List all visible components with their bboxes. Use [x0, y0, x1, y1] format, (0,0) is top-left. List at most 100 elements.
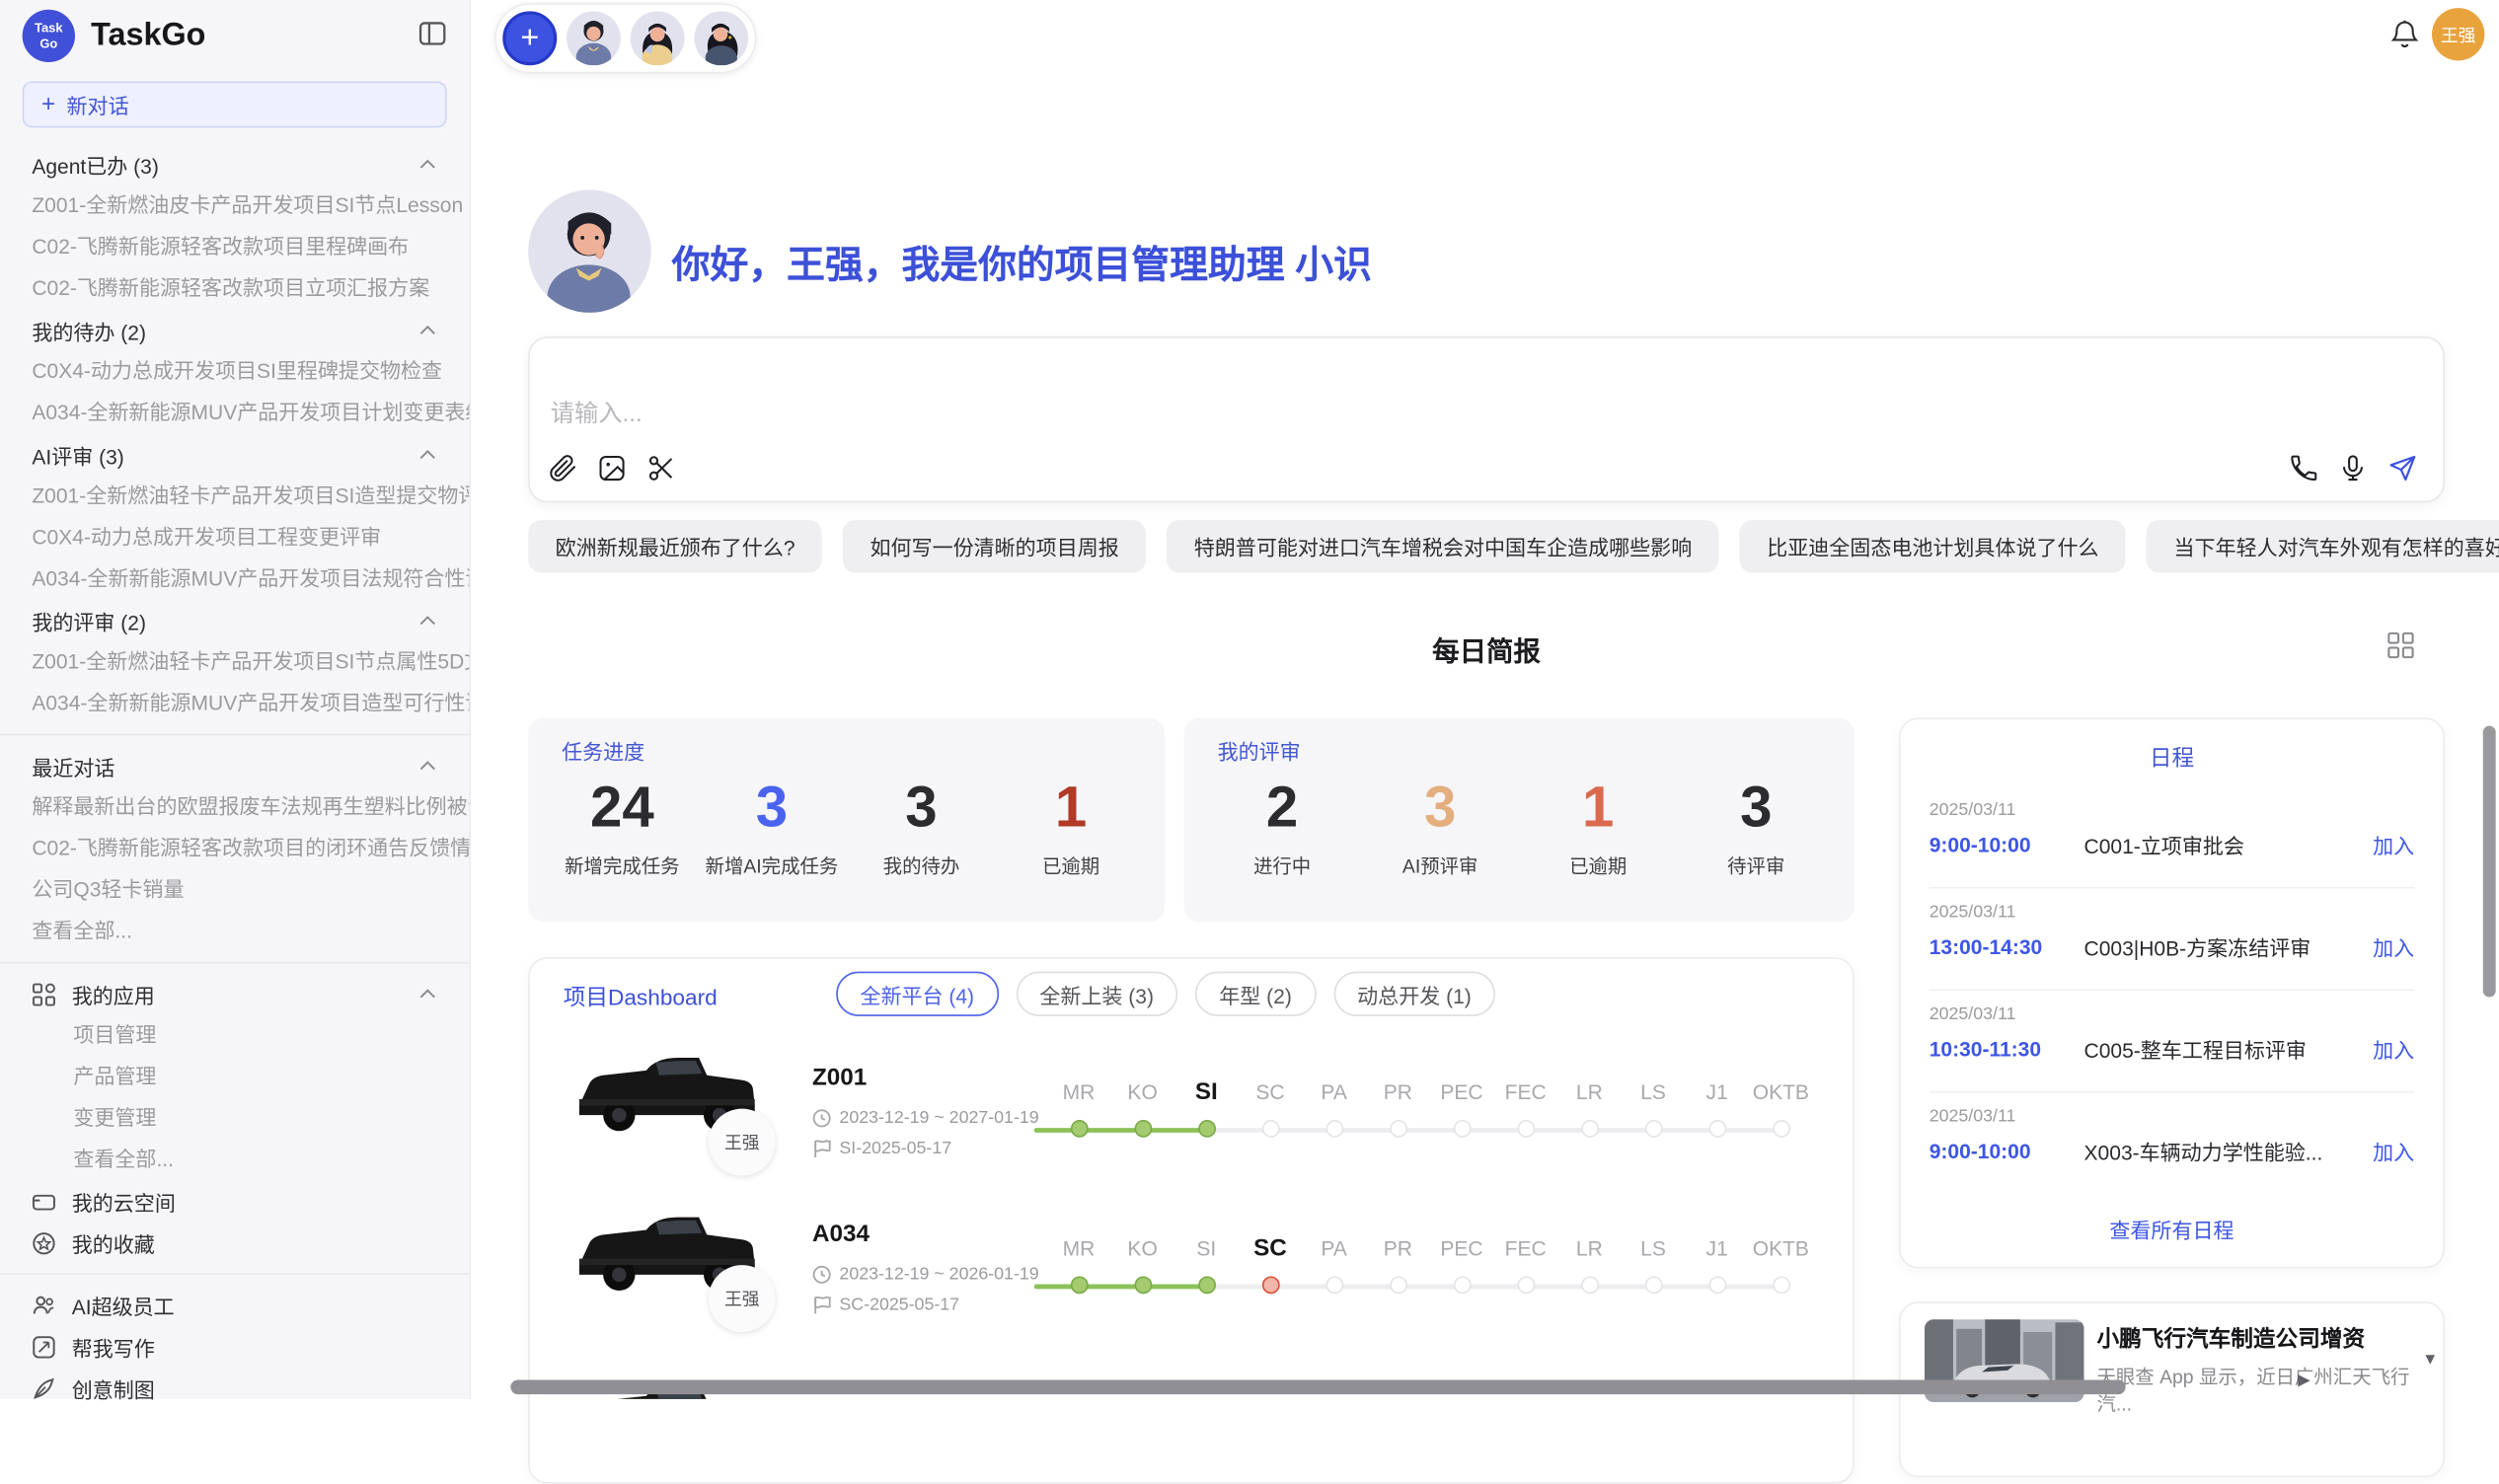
flag-icon [812, 1296, 831, 1314]
section-recent-chats[interactable]: 最近对话 [0, 745, 469, 786]
horizontal-scrollbar-thumb[interactable] [510, 1380, 2125, 1395]
task-item[interactable]: C02-飞腾新能源轻客改款项目里程碑画布 [0, 227, 469, 268]
section-my-todo[interactable]: 我的待办 (2) [0, 310, 469, 351]
sidebar-item-label: 创意制图 [72, 1373, 155, 1403]
task-item[interactable]: A034-全新新能源MUV产品开发项目法规符合性评审 [0, 558, 469, 600]
filter-chip[interactable]: 全新上装 (3) [1016, 972, 1177, 1016]
task-item[interactable]: C02-飞腾新能源轻客改款项目立项汇报方案 [0, 268, 469, 310]
logo-row: Task Go TaskGo [0, 0, 469, 69]
filter-chip[interactable]: 动总开发 (1) [1333, 972, 1495, 1016]
task-item[interactable]: A034-全新新能源MUV产品开发项目计划变更表编写 [0, 393, 469, 434]
milestone-dot [1708, 1276, 1726, 1294]
recent-chat-item[interactable]: C02-飞腾新能源轻客改款项目的闭环通告反馈情况 [0, 828, 469, 869]
stat: 3 我的待办 [847, 776, 997, 879]
schedule-event: 2025/03/11 9:00-10:00 C001-立项审批会 加入 [1930, 786, 2415, 888]
milestone-label: LR [1557, 1076, 1622, 1108]
my-review-card: 我的评审 2 进行中 3 AI预评审 1 已逾期 3 待评审 [1184, 718, 1855, 923]
attachment-icon[interactable] [548, 453, 578, 483]
milestone-label: PR [1366, 1233, 1430, 1265]
image-icon[interactable] [597, 453, 628, 483]
stat-value: 3 [697, 776, 847, 840]
milestone-labels: MR KO SI SC PA PR PEC FEC LR LS J1 OKTB [1047, 1233, 1813, 1265]
agent-avatar-pill: + [494, 3, 756, 73]
clock-icon [812, 1265, 831, 1284]
vertical-scrollbar-thumb[interactable] [2483, 726, 2496, 998]
recent-chat-item[interactable]: 解释最新出台的欧盟报废车法规再生塑料比例被调至15%... [0, 786, 469, 828]
date-range: 2023-12-19 ~ 2026-01-19 [839, 1265, 1038, 1284]
view-all-schedule-link[interactable]: 查看所有日程 [1901, 1214, 2444, 1244]
avatar[interactable] [694, 11, 748, 65]
section-my-apps[interactable]: 我的应用 [0, 973, 469, 1014]
microphone-icon[interactable] [2338, 453, 2369, 483]
event-title: C005-整车工程目标评审 [2084, 1034, 2374, 1065]
chat-input[interactable] [548, 399, 1991, 429]
event-date: 2025/03/11 [1930, 1005, 2415, 1024]
new-chat-button[interactable]: + 新对话 [23, 81, 447, 127]
section-agent-done[interactable]: Agent已办 (3) [0, 144, 469, 186]
scissors-icon[interactable] [646, 453, 677, 483]
task-item[interactable]: C0X4-动力总成开发项目工程变更评审 [0, 517, 469, 558]
task-item[interactable]: Z001-全新燃油轻卡产品开发项目SI节点属性5D文件评审 [0, 641, 469, 683]
filter-chip[interactable]: 全新平台 (4) [836, 972, 998, 1016]
milestone-dot [1325, 1120, 1343, 1138]
task-item[interactable]: C0X4-动力总成开发项目SI里程碑提交物检查 [0, 351, 469, 393]
sidebar-item-ai-staff[interactable]: AI超级员工 [0, 1285, 469, 1326]
avatar[interactable] [631, 11, 685, 65]
notification-bell-icon[interactable] [2390, 19, 2419, 50]
suggestion-chip[interactable]: 特朗普可能对进口汽车增税会对中国车企造成哪些影响 [1167, 520, 1718, 572]
task-item[interactable]: A034-全新新能源MUV产品开发项目造型可行性评审 [0, 683, 469, 724]
milestone-dot [1772, 1276, 1789, 1294]
sidebar-item-creative-draw[interactable]: 创意制图 [0, 1368, 469, 1409]
section-title: 我的评审 (2) [32, 606, 146, 636]
collapse-sidebar-icon[interactable] [418, 19, 447, 47]
section-my-review[interactable]: 我的评审 (2) [0, 600, 469, 641]
add-agent-button[interactable]: + [502, 11, 557, 65]
milestone-dot [1389, 1120, 1406, 1138]
milestone-label: J1 [1685, 1076, 1749, 1108]
sidebar-item-cloud-space[interactable]: 我的云空间 [0, 1180, 469, 1222]
milestone-label: KO [1110, 1076, 1174, 1108]
section-title: 我的应用 [72, 979, 155, 1009]
app-item-project[interactable]: 项目管理 [0, 1014, 469, 1056]
milestone-label: SI [1174, 1233, 1239, 1265]
join-link[interactable]: 加入 [2373, 1034, 2414, 1065]
milestone-dot [1070, 1120, 1088, 1138]
scroll-down-arrow-icon[interactable]: ▼ [2422, 1351, 2438, 1369]
project-code: A034 [812, 1221, 870, 1247]
user-avatar[interactable]: 王强 [2432, 8, 2484, 60]
app-item-change[interactable]: 变更管理 [0, 1097, 469, 1139]
chevron-up-icon [418, 760, 437, 773]
suggestion-chip[interactable]: 欧洲新规最近颁布了什么? [528, 520, 822, 572]
app-item-product[interactable]: 产品管理 [0, 1056, 469, 1097]
send-icon[interactable] [2387, 453, 2418, 483]
join-link[interactable]: 加入 [2373, 830, 2414, 860]
sidebar-item-help-write[interactable]: 帮我写作 [0, 1326, 469, 1368]
phone-call-icon[interactable] [2288, 453, 2318, 483]
suggestion-chip[interactable]: 当下年轻人对汽车外观有怎样的喜好趋势 [2147, 520, 2499, 572]
layout-grid-icon[interactable] [2387, 631, 2414, 658]
suggestion-chip[interactable]: 比亚迪全固态电池计划具体说了什么 [1740, 520, 2126, 572]
task-item[interactable]: Z001-全新燃油轻卡产品开发项目SI造型提交物评审 [0, 476, 469, 517]
clock-icon [812, 1109, 831, 1128]
milestone-label: FEC [1493, 1076, 1557, 1108]
stat: 3 AI预评审 [1361, 776, 1519, 879]
view-all-chats[interactable]: 查看全部... [0, 911, 469, 952]
task-item[interactable]: Z001-全新燃油皮卡产品开发项目SI节点Lesson Learn报告 [0, 186, 469, 227]
milestone-label: LR [1557, 1233, 1622, 1265]
section-ai-review[interactable]: AI评审 (3) [0, 434, 469, 476]
recent-chat-item[interactable]: 公司Q3轻卡销量 [0, 869, 469, 911]
milestone-dot [1070, 1276, 1088, 1294]
view-all-apps[interactable]: 查看全部... [0, 1139, 469, 1180]
milestone-label: PA [1302, 1233, 1366, 1265]
sidebar-item-favorites[interactable]: 我的收藏 [0, 1222, 469, 1263]
scroll-right-arrow-icon[interactable]: ▶ [2298, 1372, 2310, 1389]
avatar[interactable] [567, 11, 621, 65]
milestone-label: PEC [1430, 1233, 1494, 1265]
milestone-dot [1644, 1276, 1662, 1294]
flag-label: SI-2025-05-17 [839, 1139, 951, 1157]
join-link[interactable]: 加入 [2373, 1136, 2414, 1166]
filter-chip[interactable]: 年型 (2) [1195, 972, 1316, 1016]
join-link[interactable]: 加入 [2373, 931, 2414, 962]
suggestion-chip[interactable]: 如何写一份清晰的项目周报 [843, 520, 1146, 572]
milestone-dots [1047, 1276, 1813, 1295]
